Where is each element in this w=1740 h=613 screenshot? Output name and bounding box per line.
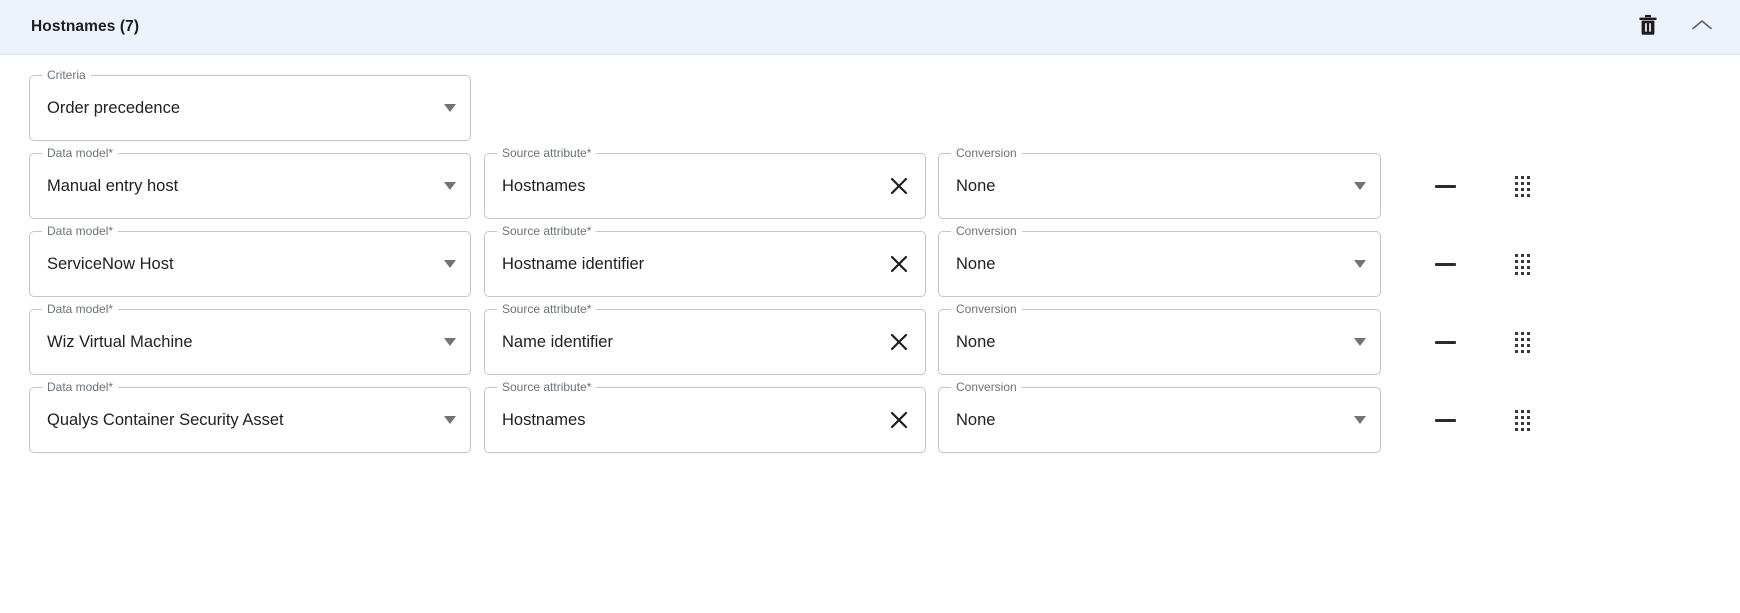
data-model-select[interactable]: Data model* Qualys Container Security As… [29,381,471,453]
page-title: Hostnames (7) [31,18,140,35]
conversion-label: Conversion [951,303,1022,316]
data-model-value: Qualys Container Security Asset [47,410,284,429]
chevron-down-icon[interactable] [444,182,456,190]
mapping-row: Data model* Qualys Container Security As… [0,381,1740,453]
conversion-label: Conversion [951,225,1022,238]
close-icon[interactable] [887,252,911,276]
chevron-down-icon[interactable] [1354,260,1366,268]
data-model-select[interactable]: Data model* ServiceNow Host [29,225,471,297]
source-attribute-select[interactable]: Source attribute* Hostname identifier [484,225,926,297]
data-model-label: Data model* [42,303,119,316]
drag-handle-icon[interactable] [1505,403,1539,437]
row-controls [1428,231,1539,297]
conversion-value: None [956,176,996,195]
data-model-select[interactable]: Data model* Wiz Virtual Machine [29,303,471,375]
mapping-row: Data model* Wiz Virtual Machine Source a… [0,303,1740,375]
chevron-down-icon[interactable] [1354,416,1366,424]
collapse-button[interactable] [1686,11,1718,43]
remove-mapping-button[interactable] [1428,169,1462,203]
header-actions [1632,11,1718,43]
criteria-select[interactable]: Criteria Order precedence [29,69,471,141]
row-controls [1428,309,1539,375]
source-attribute-select[interactable]: Source attribute* Hostnames [484,147,926,219]
data-model-value: Manual entry host [47,176,179,195]
minus-icon [1434,262,1456,266]
minus-icon [1434,184,1456,188]
chevron-down-icon[interactable] [1354,338,1366,346]
row-controls [1428,153,1539,219]
remove-mapping-button[interactable] [1428,247,1462,281]
source-attribute-select[interactable]: Source attribute* Hostnames [484,381,926,453]
remove-mapping-button[interactable] [1428,403,1462,437]
mapping-rows: Data model* Manual entry host Source att… [0,147,1740,453]
chevron-down-icon[interactable] [444,416,456,424]
conversion-value: None [956,410,996,429]
source-attribute-value: Name identifier [502,332,613,351]
row-controls [1428,387,1539,453]
drag-handle-icon[interactable] [1505,325,1539,359]
minus-icon [1434,340,1456,344]
trash-icon [1638,14,1658,41]
close-icon[interactable] [887,408,911,432]
conversion-value: None [956,254,996,273]
conversion-select[interactable]: Conversion None [938,381,1381,453]
criteria-label: Criteria [42,69,91,82]
source-attribute-select[interactable]: Source attribute* Name identifier [484,303,926,375]
conversion-select[interactable]: Conversion None [938,225,1381,297]
data-model-select[interactable]: Data model* Manual entry host [29,147,471,219]
close-icon[interactable] [887,330,911,354]
source-attribute-label: Source attribute* [497,147,597,160]
conversion-value: None [956,332,996,351]
panel-header: Hostnames (7) [0,0,1740,55]
conversion-label: Conversion [951,381,1022,394]
remove-mapping-button[interactable] [1428,325,1462,359]
criteria-row: Criteria Order precedence [0,69,1740,141]
chevron-down-icon[interactable] [444,260,456,268]
drag-handle-icon[interactable] [1505,247,1539,281]
source-attribute-label: Source attribute* [497,225,597,238]
data-model-label: Data model* [42,225,119,238]
chevron-down-icon[interactable] [444,104,456,112]
close-icon[interactable] [887,174,911,198]
chevron-down-icon[interactable] [444,338,456,346]
chevron-down-icon[interactable] [1354,182,1366,190]
chevron-up-icon [1691,18,1713,37]
mapping-row: Data model* ServiceNow Host Source attri… [0,225,1740,297]
delete-button[interactable] [1632,11,1664,43]
data-model-value: Wiz Virtual Machine [47,332,193,351]
data-model-label: Data model* [42,381,119,394]
data-model-value: ServiceNow Host [47,254,174,273]
minus-icon [1434,418,1456,422]
source-attribute-value: Hostnames [502,410,586,429]
source-attribute-label: Source attribute* [497,303,597,316]
conversion-select[interactable]: Conversion None [938,147,1381,219]
drag-handle-icon[interactable] [1505,169,1539,203]
conversion-label: Conversion [951,147,1022,160]
panel-body: Criteria Order precedence Data model* Ma… [0,69,1740,453]
criteria-value: Order precedence [47,98,180,117]
mapping-row: Data model* Manual entry host Source att… [0,147,1740,219]
conversion-select[interactable]: Conversion None [938,303,1381,375]
source-attribute-value: Hostname identifier [502,254,645,273]
data-model-label: Data model* [42,147,119,160]
source-attribute-label: Source attribute* [497,381,597,394]
source-attribute-value: Hostnames [502,176,586,195]
